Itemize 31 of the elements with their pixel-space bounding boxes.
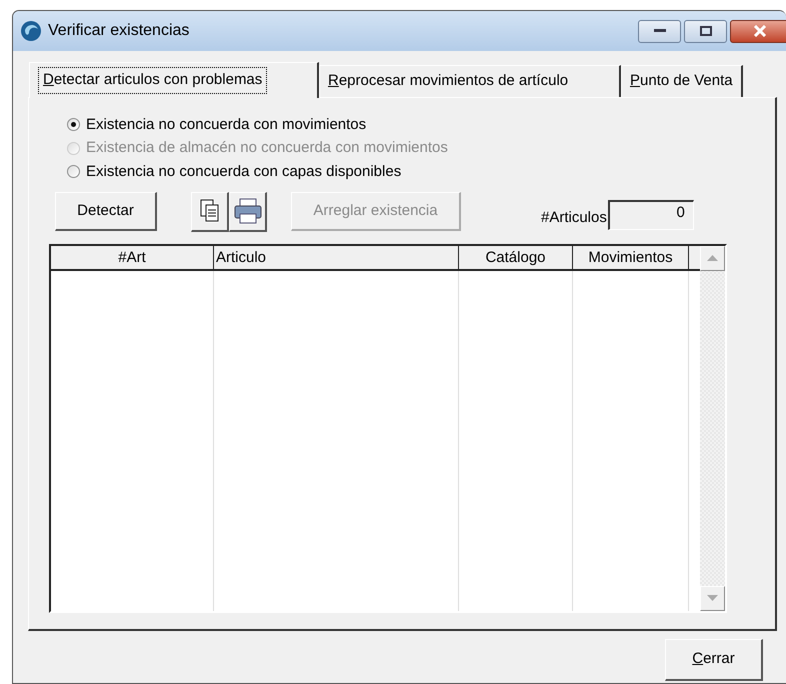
minimize-button[interactable] bbox=[638, 20, 681, 42]
scroll-down-button[interactable] bbox=[700, 586, 725, 610]
column-header[interactable]: #Art bbox=[51, 246, 214, 270]
printer-icon[interactable] bbox=[229, 192, 267, 232]
window-title: Verificar existencias bbox=[48, 21, 190, 41]
maximize-icon bbox=[700, 26, 712, 36]
down-arrow-icon bbox=[707, 595, 718, 601]
radio-button[interactable] bbox=[67, 165, 80, 178]
count-label: #Articulos bbox=[541, 208, 607, 228]
app-logo-icon bbox=[20, 20, 42, 42]
column-header[interactable]: Catálogo bbox=[459, 246, 573, 270]
scrollbar[interactable] bbox=[700, 246, 725, 610]
count-field: 0 bbox=[608, 200, 694, 230]
column-header[interactable]: Movimientos bbox=[573, 246, 689, 270]
column-header[interactable]: Articulo bbox=[214, 246, 459, 270]
close-icon bbox=[753, 25, 767, 37]
copy-icon[interactable] bbox=[191, 192, 229, 232]
maximize-button[interactable] bbox=[684, 20, 727, 42]
detect-button[interactable]: Detectar bbox=[55, 192, 157, 231]
up-arrow-icon bbox=[707, 255, 718, 261]
minimize-icon bbox=[654, 29, 666, 33]
option-label: Existencia de almacén no concuerda con movimientos bbox=[86, 138, 448, 158]
tab[interactable]: Detectar articulos con problemas bbox=[29, 62, 319, 98]
option-label: Existencia no concuerda con capas disponibles bbox=[86, 162, 402, 182]
close-button[interactable] bbox=[730, 20, 786, 42]
scroll-up-button[interactable] bbox=[700, 246, 725, 270]
option-label: Existencia no concuerda con movimientos bbox=[86, 114, 366, 134]
radio-button[interactable] bbox=[67, 118, 80, 132]
tab[interactable]: Reprocesar movimientos de artículo bbox=[319, 65, 621, 97]
close-dialog-button[interactable]: Cerrar bbox=[665, 639, 763, 681]
tab[interactable]: Punto de Venta bbox=[621, 65, 743, 97]
